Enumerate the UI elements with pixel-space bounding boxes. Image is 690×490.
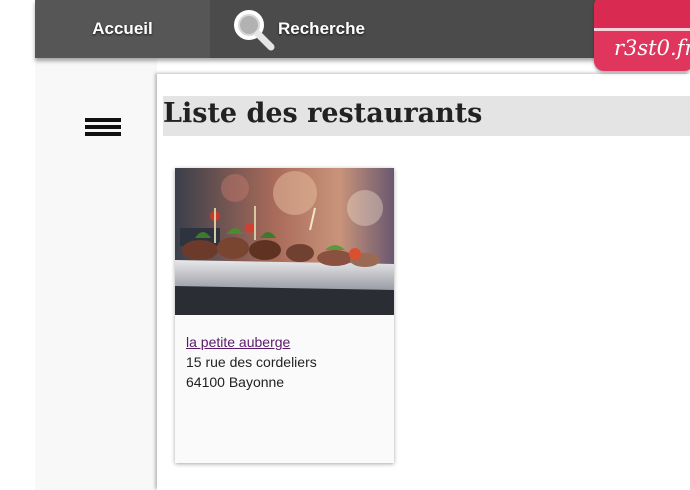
page-title: Liste des restaurants — [163, 98, 483, 129]
sidebar — [35, 58, 157, 490]
nav-search-label: Recherche — [278, 19, 365, 38]
logo-band — [594, 0, 690, 31]
page-gutter — [0, 0, 35, 490]
nav-home-label: Accueil — [92, 19, 153, 38]
title-band: Liste des restaurants — [163, 96, 690, 136]
food-photo — [175, 168, 394, 315]
main-content: Liste des restaurants la petite auberge … — [157, 74, 690, 490]
restaurant-name-link[interactable]: la petite auberge — [186, 334, 290, 350]
restaurant-street: 15 rue des cordeliers — [186, 354, 317, 370]
restaurant-info: la petite auberge 15 rue des cordeliers … — [186, 332, 317, 392]
site-logo[interactable]: r3st0.fr — [594, 0, 690, 71]
nav-search-link[interactable]: Recherche — [210, 0, 410, 58]
nav-home-link[interactable]: Accueil — [35, 0, 210, 58]
top-navigation-bar: Accueil Recherche — [35, 0, 690, 58]
search-icon — [234, 10, 275, 51]
logo-text: r3st0.fr — [614, 36, 690, 60]
hamburger-menu-icon[interactable] — [85, 118, 121, 138]
restaurant-card: la petite auberge 15 rue des cordeliers … — [175, 168, 394, 463]
restaurant-city: 64100 Bayonne — [186, 374, 285, 390]
